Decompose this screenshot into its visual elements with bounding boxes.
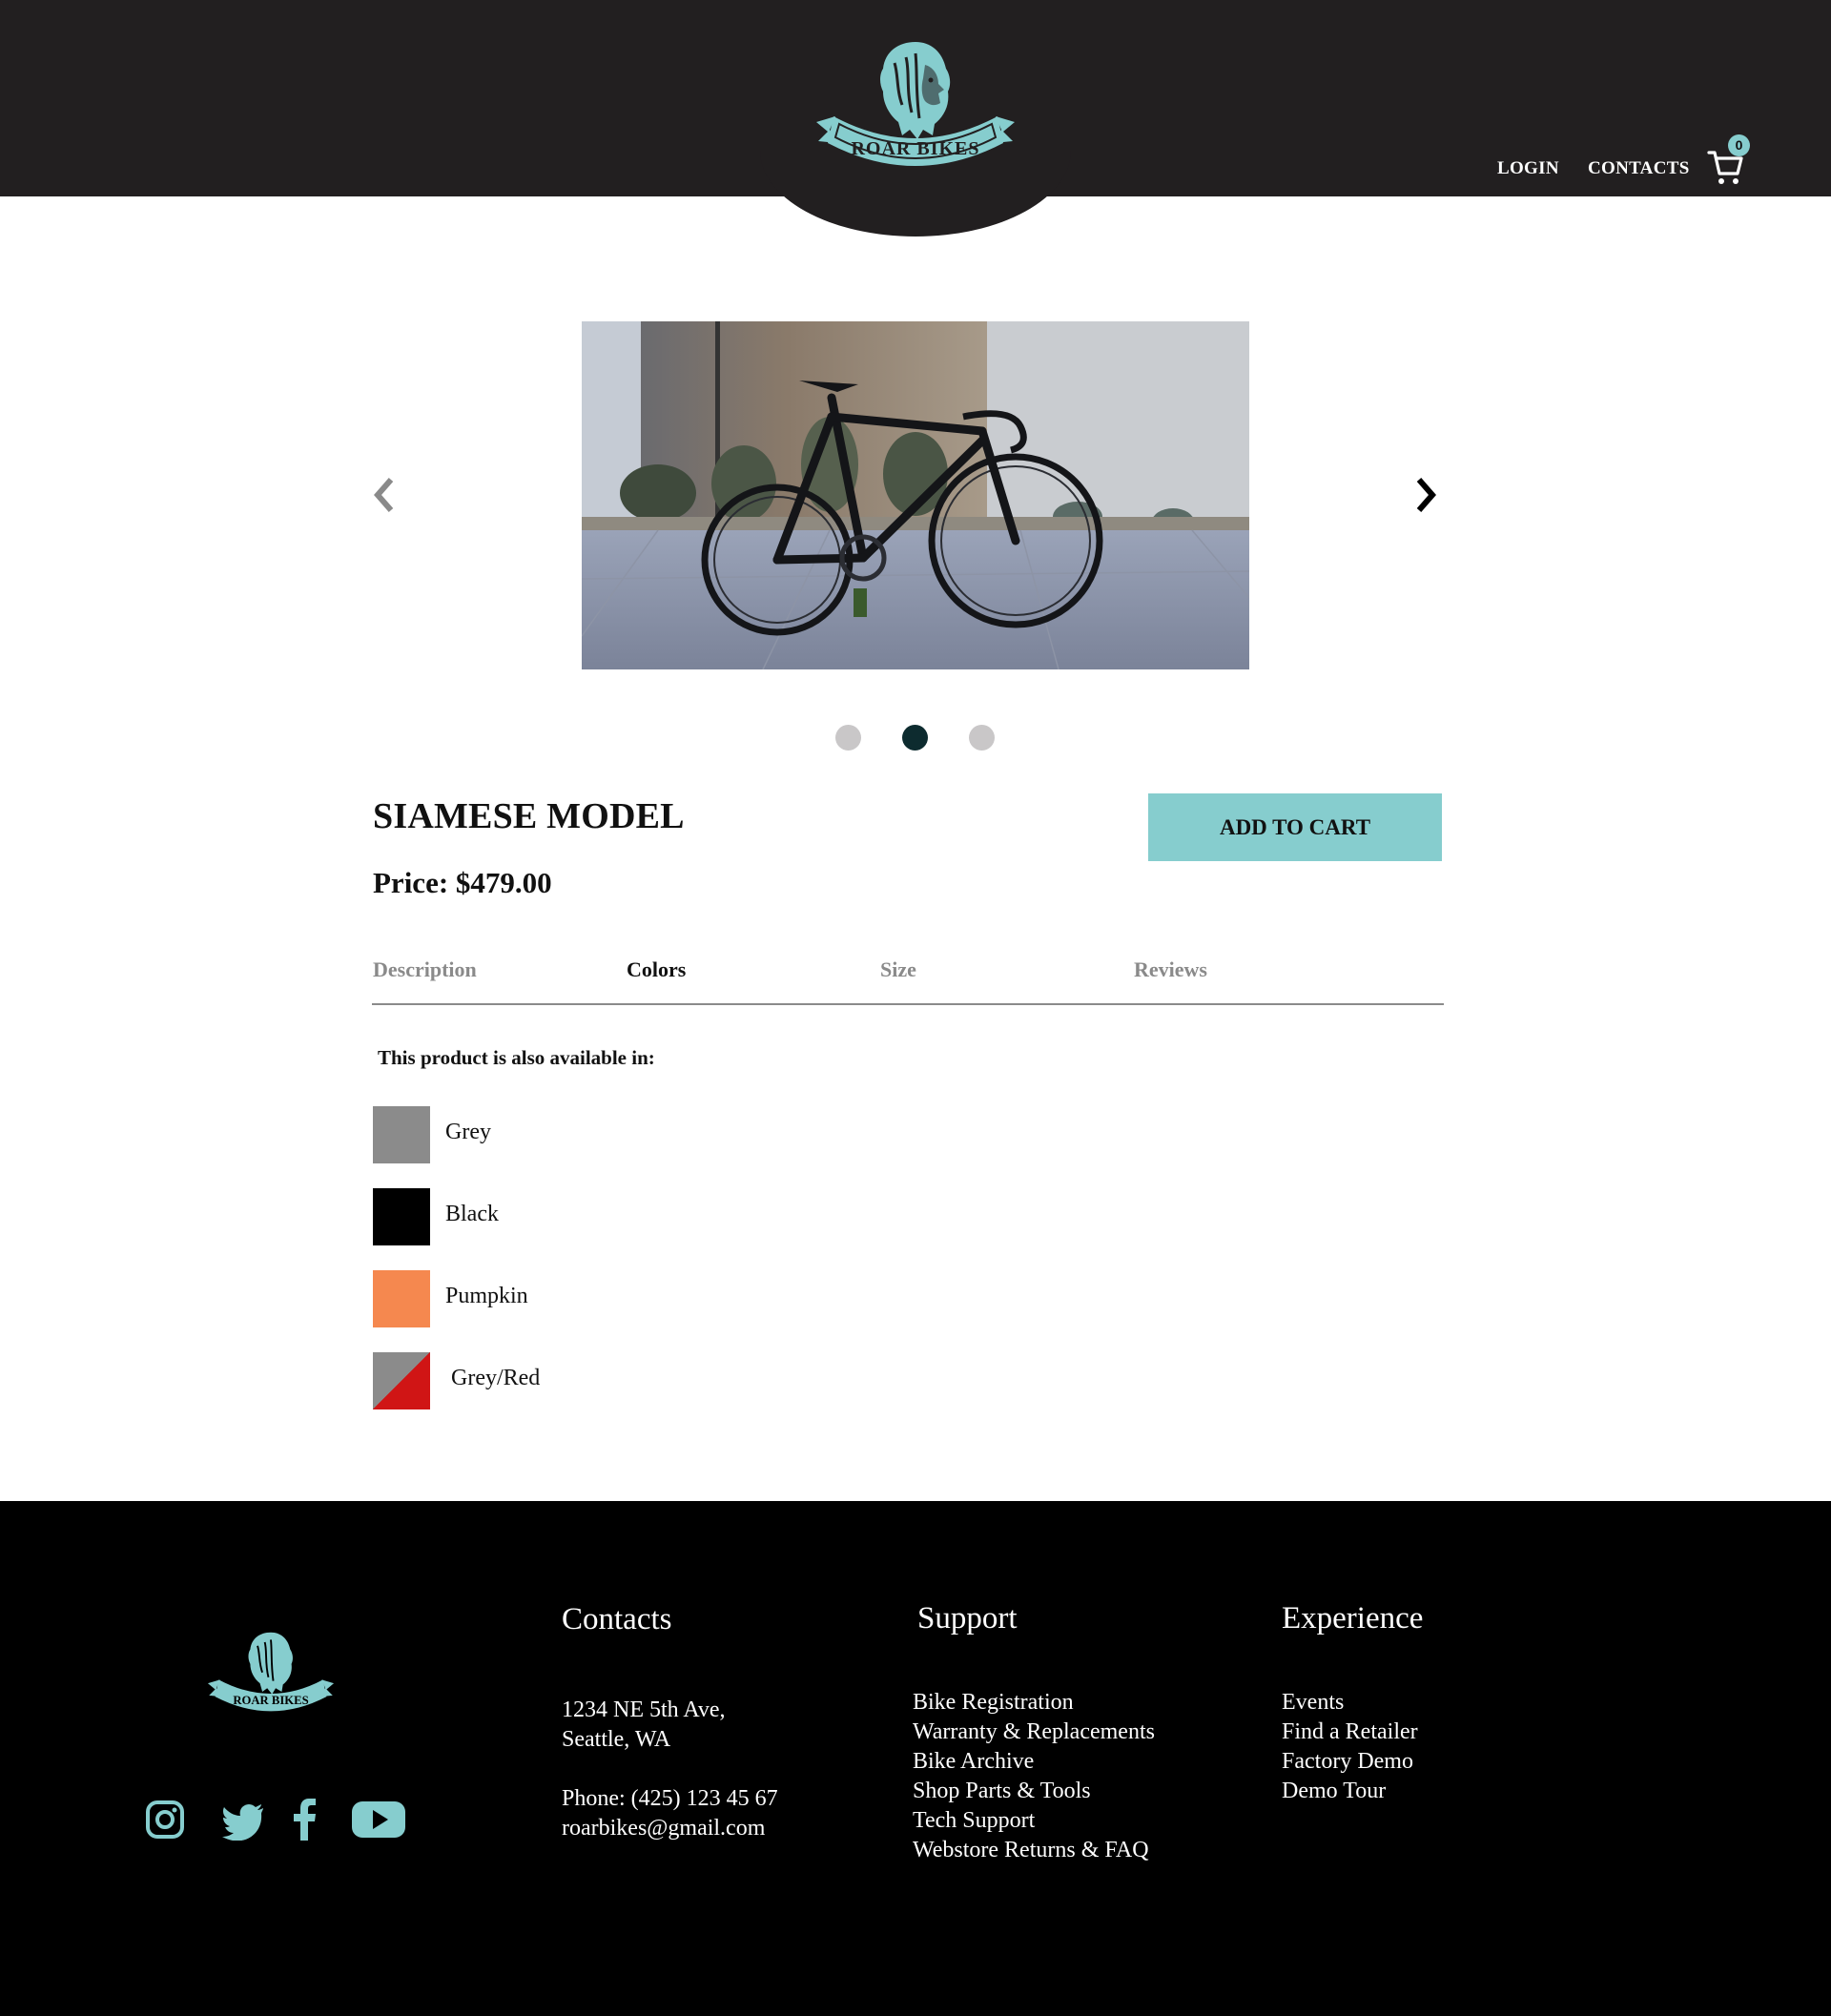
footer-experience-heading: Experience — [1282, 1601, 1424, 1635]
carousel-dot-1[interactable] — [835, 725, 861, 751]
list-item: Find a Retailer — [1282, 1718, 1418, 1747]
chevron-right-icon — [1416, 478, 1436, 512]
colors-heading: This product is also available in: — [378, 1046, 655, 1069]
color-label: Grey/Red — [451, 1366, 541, 1390]
footer-phone: Phone: (425) 123 45 67 — [562, 1786, 778, 1811]
color-option-grey[interactable]: Grey — [373, 1106, 754, 1163]
list-item: Demo Tour — [1282, 1777, 1418, 1806]
color-swatch — [373, 1270, 430, 1327]
list-item: Bike Registration — [913, 1688, 1155, 1718]
footer-experience-list: Events Find a Retailer Factory Demo Demo… — [1282, 1688, 1418, 1806]
nav-login-link[interactable]: LOGIN — [1497, 158, 1559, 179]
color-label: Grey — [445, 1120, 491, 1144]
footer-link-bike-archive[interactable]: Bike Archive — [913, 1749, 1034, 1774]
list-item: Factory Demo — [1282, 1747, 1418, 1777]
color-swatch — [373, 1188, 430, 1245]
logo-wordmark: ROAR BIKES — [851, 138, 979, 159]
tab-colors[interactable]: Colors — [627, 957, 686, 982]
footer-address-line2: Seattle, WA — [562, 1727, 671, 1752]
footer-link-factory-demo[interactable]: Factory Demo — [1282, 1749, 1413, 1774]
footer-link-shop-parts[interactable]: Shop Parts & Tools — [913, 1779, 1091, 1803]
footer-logo[interactable]: ROAR BIKES — [204, 1629, 338, 1718]
brand-logo[interactable]: ROAR BIKES — [811, 36, 1020, 177]
footer-support-heading: Support — [917, 1601, 1018, 1635]
color-label: Pumpkin — [445, 1284, 528, 1308]
carousel-dots — [835, 725, 998, 751]
instagram-icon[interactable] — [145, 1799, 185, 1841]
carousel-dot-3[interactable] — [969, 725, 995, 751]
footer-contacts-heading: Contacts — [562, 1602, 672, 1636]
list-item: Tech Support — [913, 1806, 1155, 1836]
tab-size[interactable]: Size — [880, 957, 916, 982]
footer-link-warranty[interactable]: Warranty & Replacements — [913, 1719, 1155, 1744]
carousel-prev-button[interactable] — [370, 474, 399, 516]
facebook-icon[interactable] — [294, 1799, 317, 1841]
color-option-black[interactable]: Black — [373, 1188, 754, 1245]
list-item: Events — [1282, 1688, 1418, 1718]
list-item: Bike Archive — [913, 1747, 1155, 1777]
youtube-icon[interactable] — [351, 1799, 406, 1841]
product-photo — [582, 321, 1249, 669]
carousel-next-button[interactable] — [1411, 474, 1440, 516]
list-item: Webstore Returns & FAQ — [913, 1836, 1155, 1865]
product-tabs: Description Colors Size Reviews — [372, 954, 1444, 1005]
add-to-cart-button[interactable]: ADD TO CART — [1148, 793, 1442, 861]
twitter-icon[interactable] — [221, 1799, 265, 1841]
site-footer: ROAR BIKES Contacts 1234 NE 5th Ave, Sea… — [0, 1501, 1831, 2016]
footer-address-line1: 1234 NE 5th Ave, — [562, 1697, 726, 1722]
color-swatch — [373, 1106, 430, 1163]
chevron-left-icon — [374, 478, 394, 512]
tab-reviews[interactable]: Reviews — [1134, 957, 1207, 982]
footer-email-link[interactable]: roarbikes@gmail.com — [562, 1814, 765, 1843]
footer-link-bike-registration[interactable]: Bike Registration — [913, 1690, 1074, 1715]
footer-link-events[interactable]: Events — [1282, 1690, 1344, 1715]
footer-link-demo-tour[interactable]: Demo Tour — [1282, 1779, 1386, 1803]
footer-link-tech-support[interactable]: Tech Support — [913, 1808, 1035, 1833]
tab-description[interactable]: Description — [373, 957, 477, 982]
footer-logo-wordmark: ROAR BIKES — [233, 1694, 308, 1707]
footer-support-list: Bike Registration Warranty & Replacement… — [913, 1688, 1155, 1865]
footer-link-webstore-returns[interactable]: Webstore Returns & FAQ — [913, 1838, 1149, 1862]
footer-link-find-retailer[interactable]: Find a Retailer — [1282, 1719, 1418, 1744]
list-item: Warranty & Replacements — [913, 1718, 1155, 1747]
color-option-grey-red[interactable]: Grey/Red — [373, 1352, 754, 1409]
carousel-dot-2[interactable] — [902, 725, 928, 751]
color-swatch — [373, 1352, 430, 1409]
nav-contacts-link[interactable]: CONTACTS — [1588, 158, 1690, 179]
product-price: Price: $479.00 — [373, 866, 552, 899]
color-label: Black — [445, 1202, 499, 1226]
color-option-pumpkin[interactable]: Pumpkin — [373, 1270, 754, 1327]
product-title: SIAMESE MODEL — [373, 796, 685, 836]
list-item: Shop Parts & Tools — [913, 1777, 1155, 1806]
cart-count-badge: 0 — [1728, 134, 1750, 156]
